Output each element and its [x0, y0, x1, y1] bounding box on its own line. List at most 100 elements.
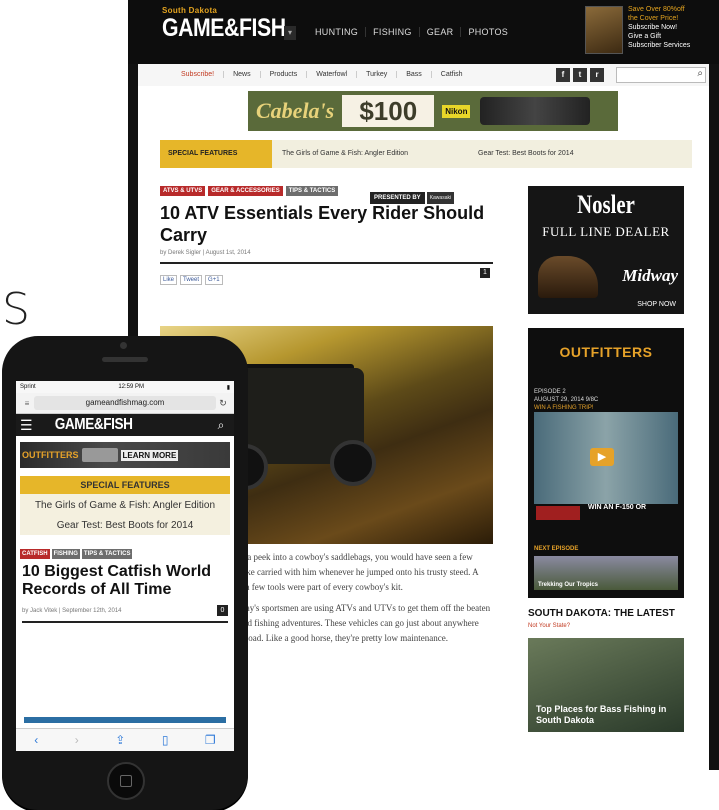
forward-icon[interactable]: ›: [75, 733, 79, 747]
mobile-byline: by Jack Vitek | September 12th, 2014: [22, 607, 122, 614]
tag-gear[interactable]: GEAR & ACCESSORIES: [208, 186, 283, 196]
clock: 12:59 PM: [118, 384, 145, 390]
subnav-products[interactable]: Products: [261, 71, 308, 78]
subnav-turkey[interactable]: Turkey: [357, 71, 398, 78]
home-button[interactable]: [107, 762, 145, 800]
like-button[interactable]: Like: [160, 275, 178, 285]
presented-by-label: PRESENTED BY: [370, 192, 425, 204]
nosler-tagline: FULL LINE DEALER: [542, 224, 670, 239]
url-field[interactable]: gameandfishmag.com: [34, 396, 216, 410]
main-nav: HUNTING FISHING GEAR PHOTOS: [308, 27, 515, 37]
tag-tips[interactable]: TIPS & TACTICS: [81, 549, 133, 559]
mobile-feature-link-girls[interactable]: The Girls of Game & Fish: Angler Edition: [20, 500, 230, 512]
mobile-banner-ad[interactable]: OUTFITTERS LEARN MORE: [20, 442, 230, 468]
search-icon[interactable]: ⌕: [212, 418, 230, 433]
truck-image: [536, 506, 580, 520]
search-input[interactable]: [617, 74, 688, 86]
site-search: ⌕: [616, 67, 706, 86]
social-links: f t r: [556, 68, 604, 82]
subscriber-services-link[interactable]: Subscriber Services: [628, 41, 714, 50]
divider: [160, 262, 493, 264]
banner-ad[interactable]: Cabela's $100 Nikon: [248, 91, 618, 131]
secondary-nav: Subscribe! News Products Waterfowl Turke…: [138, 64, 709, 87]
nosler-ad[interactable]: Nosler FULL LINE DEALER Midway SHOP NOW: [528, 186, 684, 314]
mobile-feature-link-boots[interactable]: Gear Test: Best Boots for 2014: [20, 520, 230, 531]
latest-story-card[interactable]: Top Places for Bass Fishing in South Dak…: [528, 638, 684, 732]
learn-more-button[interactable]: LEARN MORE: [120, 449, 179, 461]
tag-tips[interactable]: TIPS & TACTICS: [285, 186, 339, 196]
next-episode-title: Trekking Our Tropics: [538, 582, 599, 588]
divider: [22, 621, 228, 623]
gplus-button[interactable]: G+1: [205, 275, 223, 285]
episode-date: AUGUST 29, 2014 9/8C: [534, 397, 599, 403]
binoculars-image: [480, 97, 591, 125]
search-icon[interactable]: ⌕: [697, 68, 703, 79]
feature-link-girls[interactable]: The Girls of Game & Fish: Angler Edition: [282, 150, 408, 157]
outfitters-title: OUTFITTERS: [559, 344, 653, 360]
hamburger-menu-icon[interactable]: ☰: [20, 417, 38, 434]
nav-hunting[interactable]: HUNTING: [308, 27, 367, 37]
sidebar: Nosler FULL LINE DEALER Midway SHOP NOW …: [528, 186, 688, 732]
presented-by: PRESENTED BY Kawasaki: [370, 192, 455, 204]
mobile-header: ☰ GAME&FISH ⌕: [16, 414, 234, 436]
play-icon[interactable]: ▶: [590, 448, 614, 466]
share-buttons: Like Tweet G+1: [160, 275, 500, 285]
iphone-device: Sprint 12:59 PM ▮ ≡ gameandfishmag.com ↻…: [2, 336, 248, 810]
change-state-link[interactable]: Not Your State?: [528, 620, 688, 632]
tweet-button[interactable]: Tweet: [180, 275, 203, 285]
episode-cta: WIN A FISHING TRIP!: [534, 405, 594, 411]
tag-fishing[interactable]: FISHING: [51, 549, 80, 559]
mobile-special-features: SPECIAL FEATURES The Girls of Game & Fis…: [20, 476, 230, 535]
mobile-features-label: SPECIAL FEATURES: [20, 476, 230, 494]
logo-wordmark: GAME&FISH: [162, 14, 286, 42]
reload-icon[interactable]: ↻: [216, 398, 230, 409]
tag-atvs[interactable]: ATVS & UTVS: [160, 186, 206, 196]
utv-wheel: [330, 440, 376, 486]
share-icon[interactable]: ⇪: [115, 733, 125, 747]
ad-nikon-logo: Nikon: [442, 104, 471, 118]
magazine-cover[interactable]: [585, 6, 623, 54]
chevron-down-icon[interactable]: ▾: [284, 26, 296, 40]
browser-url-bar: ≡ gameandfishmag.com ↻: [16, 393, 234, 414]
tag-catfish[interactable]: CATFISH: [20, 549, 50, 559]
facebook-icon[interactable]: f: [556, 68, 570, 82]
subnav-subscribe[interactable]: Subscribe!: [172, 71, 225, 78]
twitter-icon[interactable]: t: [573, 68, 587, 82]
promo-line-1: Save Over 80%off: [628, 6, 685, 13]
special-features-label: SPECIAL FEATURES: [160, 140, 272, 168]
subnav-news[interactable]: News: [224, 71, 261, 78]
subscribe-link[interactable]: Subscribe Now!: [628, 23, 714, 32]
mobile-byline-row: by Jack Vitek | September 12th, 2014 0: [22, 605, 228, 616]
win-promo: WIN AN F-150 OR: [588, 504, 647, 511]
nav-fishing[interactable]: FISHING: [366, 27, 420, 37]
mobile-ad-brand: OUTFITTERS: [22, 450, 79, 460]
bookmarks-icon[interactable]: ▯: [162, 733, 169, 747]
subnav-links: Subscribe! News Products Waterfowl Turke…: [172, 71, 472, 78]
subnav-bass[interactable]: Bass: [397, 71, 432, 78]
outfitters-promo[interactable]: OUTFITTERS EPISODE 2 AUGUST 29, 2014 9/8…: [528, 328, 684, 598]
gift-link[interactable]: Give a Gift: [628, 32, 714, 41]
reader-icon[interactable]: ≡: [20, 399, 34, 408]
special-features-bar: SPECIAL FEATURES The Girls of Game & Fis…: [160, 140, 692, 168]
next-content-strip: [24, 717, 226, 723]
comment-count-badge[interactable]: 0: [217, 605, 228, 616]
elk-image: [538, 256, 598, 298]
sponsor-logo[interactable]: Kawasaki: [426, 192, 455, 204]
latest-heading: SOUTH DAKOTA: THE LATEST Not Your State?: [528, 608, 688, 632]
nav-photos[interactable]: PHOTOS: [461, 27, 515, 37]
comment-count-badge[interactable]: 1: [480, 268, 490, 278]
latest-title: SOUTH DAKOTA: THE LATEST: [528, 608, 675, 619]
rss-icon[interactable]: r: [590, 68, 604, 82]
shop-now-link[interactable]: SHOP NOW: [637, 301, 676, 308]
back-icon[interactable]: ‹: [34, 733, 38, 747]
promo-line-2: the Cover Price!: [628, 15, 679, 22]
feature-link-boots[interactable]: Gear Test: Best Boots for 2014: [478, 150, 574, 157]
nav-gear[interactable]: GEAR: [420, 27, 462, 37]
mobile-logo[interactable]: GAME&FISH: [55, 416, 200, 434]
latest-story-title: Top Places for Bass Fishing in South Dak…: [536, 704, 667, 725]
subnav-catfish[interactable]: Catfish: [432, 71, 472, 78]
subnav-waterfowl[interactable]: Waterfowl: [307, 71, 358, 78]
article-byline: by Derek Sigler | August 1st, 2014: [160, 250, 251, 256]
tabs-icon[interactable]: ❐: [205, 733, 216, 747]
phone-screen: Sprint 12:59 PM ▮ ≡ gameandfishmag.com ↻…: [16, 381, 234, 751]
